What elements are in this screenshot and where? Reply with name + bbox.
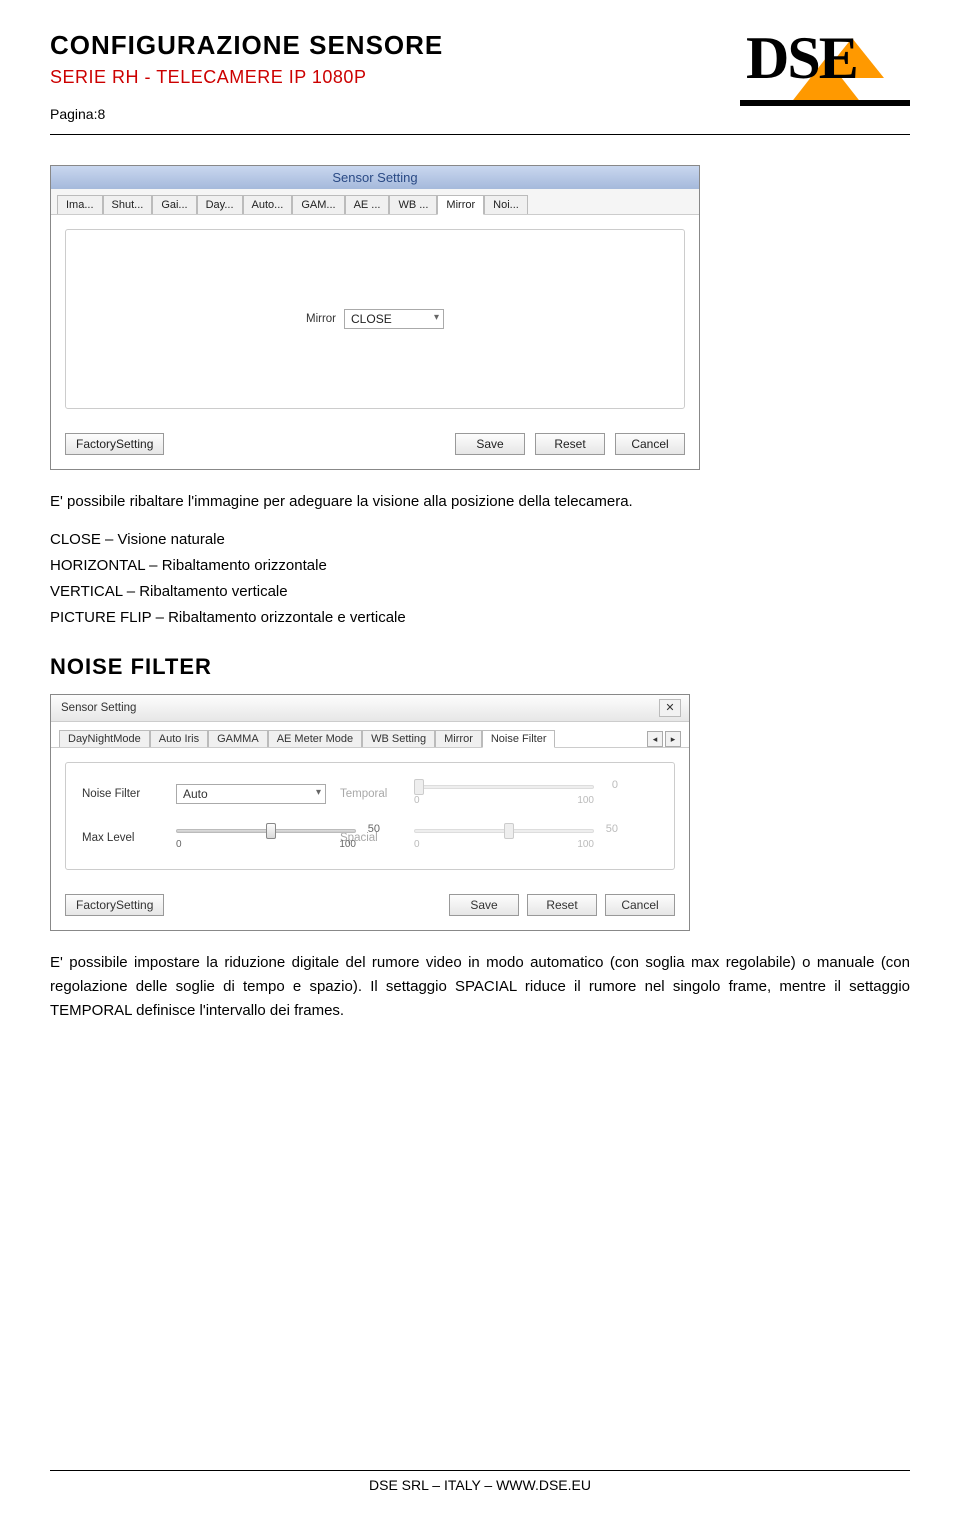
page-footer: DSE SRL – ITALY – WWW.DSE.EU <box>0 1470 960 1493</box>
sensor-setting-window-mirror: Sensor Setting Ima... Shut... Gai... Day… <box>50 165 700 470</box>
save-button[interactable]: Save <box>449 894 519 916</box>
factory-setting-button[interactable]: FactorySetting <box>65 894 164 916</box>
tab-aemeter[interactable]: AE Meter Mode <box>268 730 362 747</box>
doc-subtitle: SERIE RH - TELECAMERE IP 1080P <box>50 67 730 88</box>
tab-gamma[interactable]: GAM... <box>292 195 344 214</box>
reset-button[interactable]: Reset <box>535 433 605 455</box>
mirror-field-group: Mirror CLOSE <box>65 229 685 409</box>
window-title: Sensor Setting <box>61 702 136 714</box>
kv-vertical: VERTICAL – Ribaltamento verticale <box>50 580 910 604</box>
tab-bar: DayNightMode Auto Iris GAMMA AE Meter Mo… <box>51 722 689 748</box>
cancel-button[interactable]: Cancel <box>605 894 675 916</box>
tab-auto[interactable]: Auto... <box>243 195 293 214</box>
tab-mirror[interactable]: Mirror <box>435 730 482 747</box>
max-level-label: Max Level <box>82 832 162 844</box>
cancel-button[interactable]: Cancel <box>615 433 685 455</box>
tab-image[interactable]: Ima... <box>57 195 103 214</box>
sensor-setting-window-noise: Sensor Setting ✕ DayNightMode Auto Iris … <box>50 694 690 931</box>
doc-title: CONFIGURAZIONE SENSORE <box>50 30 730 61</box>
tab-daynight[interactable]: Day... <box>197 195 243 214</box>
tab-daynightmode[interactable]: DayNightMode <box>59 730 150 747</box>
tab-ae[interactable]: AE ... <box>345 195 390 214</box>
reset-button[interactable]: Reset <box>527 894 597 916</box>
kv-pictureflip: PICTURE FLIP – Ribaltamento orizzontale … <box>50 606 910 630</box>
tab-shutter[interactable]: Shut... <box>103 195 153 214</box>
tab-gamma[interactable]: GAMMA <box>208 730 268 747</box>
save-button[interactable]: Save <box>455 433 525 455</box>
section-heading-noise-filter: NOISE FILTER <box>50 654 910 680</box>
paragraph-noise-desc: E' possibile impostare la riduzione digi… <box>50 951 910 1023</box>
kv-horizontal: HORIZONTAL – Ribaltamento orizzontale <box>50 554 910 578</box>
factory-setting-button[interactable]: FactorySetting <box>65 433 164 455</box>
max-level-slider[interactable]: 50 0 100 <box>176 825 356 851</box>
noise-filter-group: Noise Filter Auto Temporal 0 0 100 Max L… <box>65 762 675 870</box>
spacial-slider: 50 0 100 <box>414 825 594 851</box>
window-title: Sensor Setting <box>51 166 699 189</box>
tab-autoiris[interactable]: Auto Iris <box>150 730 208 747</box>
tab-wbsetting[interactable]: WB Setting <box>362 730 435 747</box>
tab-noise[interactable]: Noi... <box>484 195 528 214</box>
header-divider <box>50 134 910 135</box>
close-icon[interactable]: ✕ <box>659 699 681 717</box>
kv-close: CLOSE – Visione naturale <box>50 528 910 552</box>
mirror-select[interactable]: CLOSE <box>344 309 444 329</box>
temporal-label: Temporal <box>340 788 400 800</box>
doc-header: CONFIGURAZIONE SENSORE SERIE RH - TELECA… <box>50 30 910 130</box>
tab-gain[interactable]: Gai... <box>152 195 196 214</box>
brand-logo: DSE <box>730 30 910 110</box>
tab-mirror[interactable]: Mirror <box>437 195 484 215</box>
tab-noisefilter[interactable]: Noise Filter <box>482 730 556 748</box>
mirror-label: Mirror <box>306 313 336 325</box>
noise-filter-select[interactable]: Auto <box>176 784 326 804</box>
paragraph-mirror-desc: E' possibile ribaltare l'immagine per ad… <box>50 490 910 514</box>
tab-scroll-left-icon[interactable]: ◂ <box>647 731 663 747</box>
temporal-slider: 0 0 100 <box>414 781 594 807</box>
tab-scroll-right-icon[interactable]: ▸ <box>665 731 681 747</box>
page-indicator: Pagina:8 <box>50 106 730 122</box>
tab-wb[interactable]: WB ... <box>389 195 437 214</box>
noise-filter-label: Noise Filter <box>82 788 162 800</box>
tab-bar: Ima... Shut... Gai... Day... Auto... GAM… <box>51 189 699 215</box>
